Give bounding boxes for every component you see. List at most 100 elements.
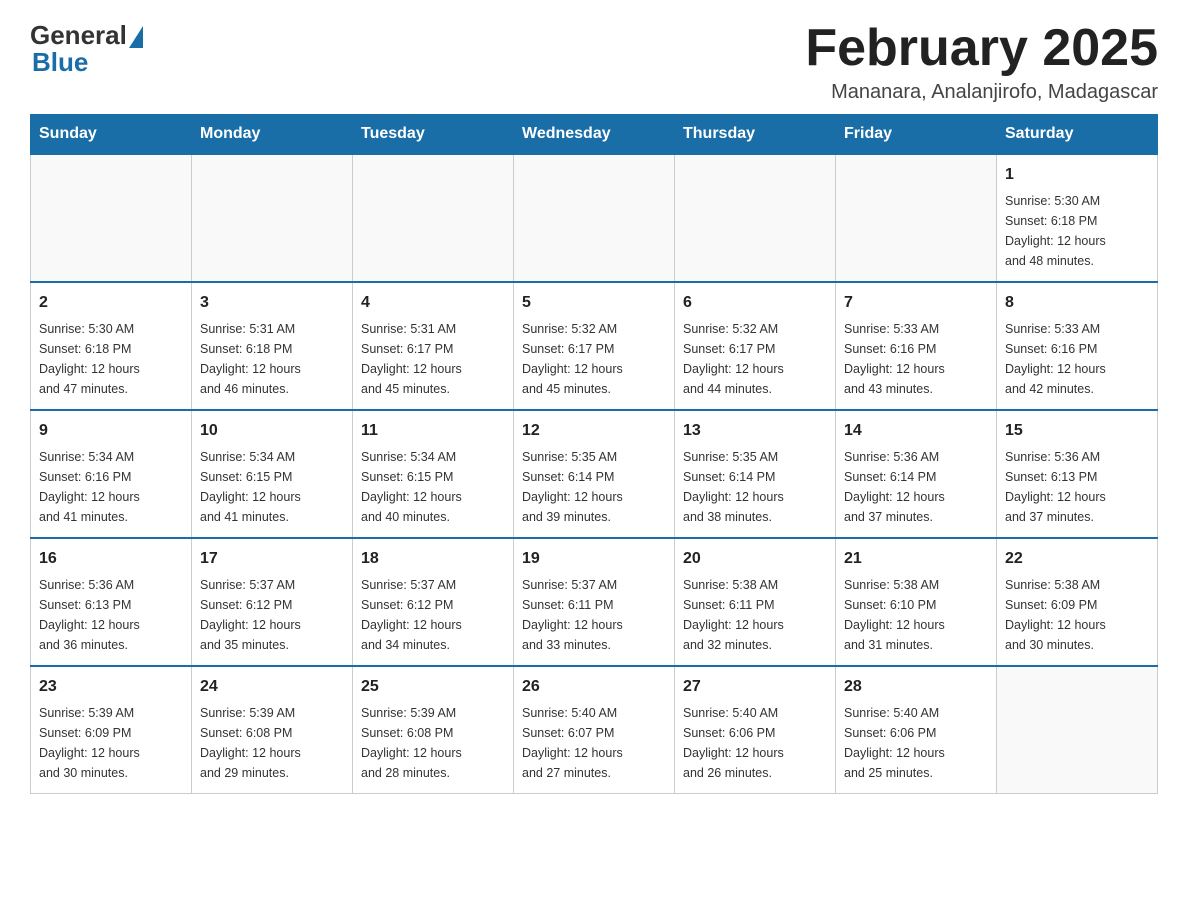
col-friday: Friday xyxy=(836,115,997,155)
day-number: 12 xyxy=(522,419,666,443)
day-number: 16 xyxy=(39,547,183,571)
day-info: Sunrise: 5:37 AMSunset: 6:12 PMDaylight:… xyxy=(361,575,505,655)
day-info: Sunrise: 5:35 AMSunset: 6:14 PMDaylight:… xyxy=(683,447,827,527)
calendar: Sunday Monday Tuesday Wednesday Thursday… xyxy=(30,114,1158,794)
day-info: Sunrise: 5:38 AMSunset: 6:11 PMDaylight:… xyxy=(683,575,827,655)
day-number: 14 xyxy=(844,419,988,443)
day-info: Sunrise: 5:39 AMSunset: 6:08 PMDaylight:… xyxy=(361,703,505,783)
calendar-cell: 18 Sunrise: 5:37 AMSunset: 6:12 PMDayligh… xyxy=(353,538,514,666)
calendar-cell: 2 Sunrise: 5:30 AMSunset: 6:18 PMDaylight… xyxy=(31,282,192,410)
calendar-cell: 19 Sunrise: 5:37 AMSunset: 6:11 PMDayligh… xyxy=(514,538,675,666)
calendar-cell xyxy=(997,666,1158,794)
day-info: Sunrise: 5:33 AMSunset: 6:16 PMDaylight:… xyxy=(1005,319,1149,399)
day-number: 3 xyxy=(200,291,344,315)
day-info: Sunrise: 5:38 AMSunset: 6:10 PMDaylight:… xyxy=(844,575,988,655)
day-info: Sunrise: 5:37 AMSunset: 6:11 PMDaylight:… xyxy=(522,575,666,655)
day-number: 17 xyxy=(200,547,344,571)
calendar-cell: 7 Sunrise: 5:33 AMSunset: 6:16 PMDaylight… xyxy=(836,282,997,410)
day-info: Sunrise: 5:31 AMSunset: 6:18 PMDaylight:… xyxy=(200,319,344,399)
calendar-cell xyxy=(353,154,514,282)
day-info: Sunrise: 5:30 AMSunset: 6:18 PMDaylight:… xyxy=(1005,191,1149,271)
day-number: 13 xyxy=(683,419,827,443)
day-info: Sunrise: 5:39 AMSunset: 6:08 PMDaylight:… xyxy=(200,703,344,783)
day-number: 10 xyxy=(200,419,344,443)
calendar-cell: 27 Sunrise: 5:40 AMSunset: 6:06 PMDayligh… xyxy=(675,666,836,794)
day-info: Sunrise: 5:35 AMSunset: 6:14 PMDaylight:… xyxy=(522,447,666,527)
header: General Blue February 2025 Mananara, Ana… xyxy=(30,20,1158,104)
calendar-week-2: 2 Sunrise: 5:30 AMSunset: 6:18 PMDaylight… xyxy=(31,282,1158,410)
day-number: 1 xyxy=(1005,163,1149,187)
calendar-cell: 16 Sunrise: 5:36 AMSunset: 6:13 PMDayligh… xyxy=(31,538,192,666)
day-info: Sunrise: 5:30 AMSunset: 6:18 PMDaylight:… xyxy=(39,319,183,399)
calendar-week-5: 23Sunrise: 5:39 AMSunset: 6:09 PMDayligh… xyxy=(31,666,1158,794)
day-number: 8 xyxy=(1005,291,1149,315)
day-number: 18 xyxy=(361,547,505,571)
day-info: Sunrise: 5:38 AMSunset: 6:09 PMDaylight:… xyxy=(1005,575,1149,655)
day-info: Sunrise: 5:36 AMSunset: 6:13 PMDaylight:… xyxy=(39,575,183,655)
day-info: Sunrise: 5:34 AMSunset: 6:16 PMDaylight:… xyxy=(39,447,183,527)
day-info: Sunrise: 5:32 AMSunset: 6:17 PMDaylight:… xyxy=(522,319,666,399)
day-number: 6 xyxy=(683,291,827,315)
calendar-cell: 28Sunrise: 5:40 AMSunset: 6:06 PMDayligh… xyxy=(836,666,997,794)
calendar-cell: 6 Sunrise: 5:32 AMSunset: 6:17 PMDaylight… xyxy=(675,282,836,410)
calendar-cell: 4 Sunrise: 5:31 AMSunset: 6:17 PMDaylight… xyxy=(353,282,514,410)
calendar-cell: 21 Sunrise: 5:38 AMSunset: 6:10 PMDayligh… xyxy=(836,538,997,666)
day-number: 15 xyxy=(1005,419,1149,443)
calendar-cell: 26 Sunrise: 5:40 AMSunset: 6:07 PMDayligh… xyxy=(514,666,675,794)
calendar-week-4: 16 Sunrise: 5:36 AMSunset: 6:13 PMDayligh… xyxy=(31,538,1158,666)
day-info: Sunrise: 5:31 AMSunset: 6:17 PMDaylight:… xyxy=(361,319,505,399)
day-info: Sunrise: 5:33 AMSunset: 6:16 PMDaylight:… xyxy=(844,319,988,399)
calendar-week-3: 9 Sunrise: 5:34 AMSunset: 6:16 PMDaylight… xyxy=(31,410,1158,538)
day-info: Sunrise: 5:39 AMSunset: 6:09 PMDaylight:… xyxy=(39,703,183,783)
col-sunday: Sunday xyxy=(31,115,192,155)
calendar-cell: 9 Sunrise: 5:34 AMSunset: 6:16 PMDaylight… xyxy=(31,410,192,538)
day-number: 27 xyxy=(683,675,827,699)
title-area: February 2025 Mananara, Analanjirofo, Ma… xyxy=(805,20,1158,104)
day-info: Sunrise: 5:36 AMSunset: 6:13 PMDaylight:… xyxy=(1005,447,1149,527)
day-number: 20 xyxy=(683,547,827,571)
day-number: 21 xyxy=(844,547,988,571)
calendar-cell: 17 Sunrise: 5:37 AMSunset: 6:12 PMDayligh… xyxy=(192,538,353,666)
calendar-cell: 22 Sunrise: 5:38 AMSunset: 6:09 PMDayligh… xyxy=(997,538,1158,666)
calendar-week-1: 1 Sunrise: 5:30 AMSunset: 6:18 PMDaylight… xyxy=(31,154,1158,282)
calendar-cell: 24Sunrise: 5:39 AMSunset: 6:08 PMDayligh… xyxy=(192,666,353,794)
day-info: Sunrise: 5:40 AMSunset: 6:06 PMDaylight:… xyxy=(683,703,827,783)
day-info: Sunrise: 5:34 AMSunset: 6:15 PMDaylight:… xyxy=(361,447,505,527)
calendar-cell: 14 Sunrise: 5:36 AMSunset: 6:14 PMDayligh… xyxy=(836,410,997,538)
day-number: 9 xyxy=(39,419,183,443)
calendar-header-row: Sunday Monday Tuesday Wednesday Thursday… xyxy=(31,115,1158,155)
day-number: 28 xyxy=(844,675,988,699)
calendar-cell xyxy=(514,154,675,282)
calendar-cell: 12 Sunrise: 5:35 AMSunset: 6:14 PMDayligh… xyxy=(514,410,675,538)
calendar-cell: 23Sunrise: 5:39 AMSunset: 6:09 PMDayligh… xyxy=(31,666,192,794)
calendar-cell: 1 Sunrise: 5:30 AMSunset: 6:18 PMDaylight… xyxy=(997,154,1158,282)
calendar-cell: 10 Sunrise: 5:34 AMSunset: 6:15 PMDayligh… xyxy=(192,410,353,538)
day-info: Sunrise: 5:40 AMSunset: 6:07 PMDaylight:… xyxy=(522,703,666,783)
day-info: Sunrise: 5:37 AMSunset: 6:12 PMDaylight:… xyxy=(200,575,344,655)
page-title: February 2025 xyxy=(805,20,1158,77)
col-tuesday: Tuesday xyxy=(353,115,514,155)
col-saturday: Saturday xyxy=(997,115,1158,155)
calendar-cell: 3 Sunrise: 5:31 AMSunset: 6:18 PMDaylight… xyxy=(192,282,353,410)
calendar-cell: 5 Sunrise: 5:32 AMSunset: 6:17 PMDaylight… xyxy=(514,282,675,410)
col-wednesday: Wednesday xyxy=(514,115,675,155)
subtitle: Mananara, Analanjirofo, Madagascar xyxy=(805,81,1158,104)
logo-blue: Blue xyxy=(32,47,88,78)
logo-triangle-icon xyxy=(129,26,143,48)
calendar-cell: 25 Sunrise: 5:39 AMSunset: 6:08 PMDayligh… xyxy=(353,666,514,794)
col-monday: Monday xyxy=(192,115,353,155)
day-info: Sunrise: 5:34 AMSunset: 6:15 PMDaylight:… xyxy=(200,447,344,527)
day-number: 26 xyxy=(522,675,666,699)
day-number: 25 xyxy=(361,675,505,699)
calendar-cell xyxy=(192,154,353,282)
day-info: Sunrise: 5:36 AMSunset: 6:14 PMDaylight:… xyxy=(844,447,988,527)
day-number: 7 xyxy=(844,291,988,315)
day-number: 2 xyxy=(39,291,183,315)
day-info: Sunrise: 5:32 AMSunset: 6:17 PMDaylight:… xyxy=(683,319,827,399)
col-thursday: Thursday xyxy=(675,115,836,155)
day-number: 4 xyxy=(361,291,505,315)
day-number: 22 xyxy=(1005,547,1149,571)
calendar-cell: 13 Sunrise: 5:35 AMSunset: 6:14 PMDayligh… xyxy=(675,410,836,538)
day-number: 19 xyxy=(522,547,666,571)
day-number: 5 xyxy=(522,291,666,315)
